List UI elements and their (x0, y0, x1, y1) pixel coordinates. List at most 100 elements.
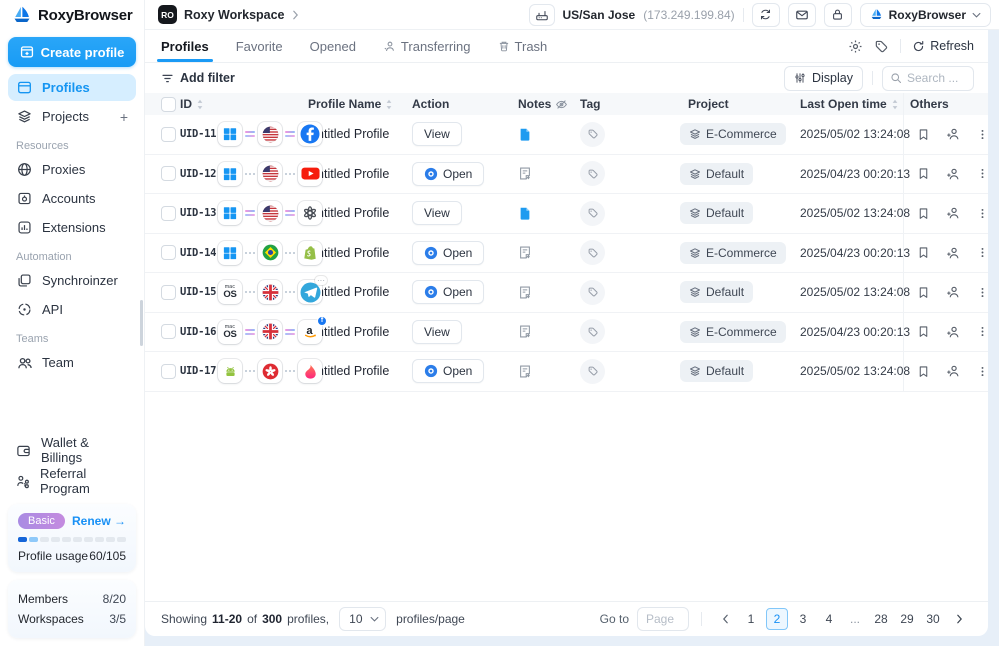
sidebar-item-projects[interactable]: Projects + (8, 103, 136, 130)
sidebar-item-team[interactable]: Team (8, 349, 136, 376)
sort-icon[interactable] (891, 99, 899, 110)
sidebar-item-api[interactable]: API (8, 296, 136, 323)
lock-button[interactable] (824, 3, 852, 27)
next-page-button[interactable] (948, 608, 970, 630)
renew-link[interactable]: Renew → (72, 514, 126, 528)
tag-icon[interactable] (580, 122, 605, 147)
proxy-router-icon[interactable] (529, 4, 555, 26)
note-icon[interactable] (518, 285, 532, 300)
page-number[interactable]: 2 (766, 608, 788, 630)
bookmark-icon[interactable] (917, 128, 930, 141)
sidebar-item-synchroinzer[interactable]: Synchroinzer (8, 267, 136, 294)
tab-transferring[interactable]: Transferring (383, 30, 471, 62)
tag-icon[interactable] (580, 319, 605, 344)
kebab-menu-icon[interactable] (976, 246, 988, 259)
create-profile-button[interactable]: Create profile (8, 37, 136, 67)
sidebar-item-proxies[interactable]: Proxies (8, 156, 136, 183)
tag-icon[interactable] (580, 359, 605, 384)
row-checkbox[interactable] (161, 166, 176, 181)
action-button[interactable]: Open (412, 241, 484, 265)
workspace-switcher[interactable]: RO Roxy Workspace (158, 5, 299, 24)
display-button[interactable]: Display (784, 66, 863, 91)
user-plus-icon[interactable] (946, 206, 960, 220)
settings-gear-icon[interactable] (848, 39, 863, 54)
select-all-checkbox[interactable] (161, 97, 176, 112)
action-button[interactable]: Open (412, 280, 484, 304)
row-checkbox[interactable] (161, 285, 176, 300)
sort-icon[interactable] (385, 99, 393, 110)
page-number[interactable]: 30 (922, 608, 944, 630)
kebab-menu-icon[interactable] (976, 286, 988, 299)
row-checkbox[interactable] (161, 206, 176, 221)
user-plus-icon[interactable] (946, 127, 960, 141)
note-icon[interactable] (518, 166, 532, 181)
action-button[interactable]: View (412, 201, 462, 225)
user-plus-icon[interactable] (946, 285, 960, 299)
sidebar-item-accounts[interactable]: Accounts (8, 185, 136, 212)
account-menu-button[interactable]: RoxyBrowser (860, 3, 991, 27)
sort-icon[interactable] (196, 99, 204, 110)
project-badge: Default (680, 202, 753, 224)
row-checkbox[interactable] (161, 245, 176, 260)
tag-icon[interactable] (580, 240, 605, 265)
row-checkbox[interactable] (161, 324, 176, 339)
kebab-menu-icon[interactable] (976, 325, 988, 338)
sidebar-item-profiles[interactable]: Profiles (8, 74, 136, 101)
sidebar-item-referral[interactable]: Referral Program (8, 466, 136, 496)
sync-button[interactable] (752, 3, 780, 27)
prev-page-button[interactable] (714, 608, 736, 630)
row-checkbox[interactable] (161, 364, 176, 379)
bookmark-icon[interactable] (917, 365, 930, 378)
page-number[interactable]: 4 (818, 608, 840, 630)
user-plus-icon[interactable] (946, 364, 960, 378)
tags-icon[interactable] (874, 39, 889, 54)
note-icon[interactable] (518, 364, 532, 379)
add-project-button[interactable]: + (120, 109, 128, 125)
add-filter-button[interactable]: Add filter (161, 71, 235, 85)
goto-page-input[interactable] (637, 607, 689, 631)
note-icon[interactable] (518, 324, 532, 339)
row-checkbox[interactable] (161, 127, 176, 142)
user-plus-icon[interactable] (946, 325, 960, 339)
tab-profiles[interactable]: Profiles (161, 30, 209, 62)
kebab-menu-icon[interactable] (976, 167, 988, 180)
page-number[interactable]: 28 (870, 608, 892, 630)
page-number[interactable]: 3 (792, 608, 814, 630)
page-number[interactable]: 1 (740, 608, 762, 630)
tab-favorite[interactable]: Favorite (236, 30, 283, 62)
tag-icon[interactable] (580, 201, 605, 226)
page-size-select[interactable]: 10 (339, 607, 386, 631)
action-button[interactable]: View (412, 122, 462, 146)
tab-trash[interactable]: Trash (498, 30, 548, 62)
note-icon[interactable] (518, 206, 532, 221)
page-number[interactable]: 29 (896, 608, 918, 630)
note-icon[interactable] (518, 245, 532, 260)
divider (872, 71, 873, 85)
tag-icon[interactable] (580, 161, 605, 186)
sidebar-scrollbar[interactable] (140, 300, 143, 346)
action-button[interactable]: Open (412, 162, 484, 186)
sidebar-item-extensions[interactable]: Extensions (8, 214, 136, 241)
user-plus-icon[interactable] (946, 167, 960, 181)
bookmark-icon[interactable] (917, 207, 930, 220)
action-button[interactable]: View (412, 320, 462, 344)
kebab-menu-icon[interactable] (976, 365, 988, 378)
eye-off-icon[interactable] (555, 98, 568, 111)
tag-icon[interactable] (580, 280, 605, 305)
sidebar-item-wallet[interactable]: Wallet & Billings (8, 435, 136, 465)
user-plus-icon[interactable] (946, 246, 960, 260)
kebab-menu-icon[interactable] (976, 207, 988, 220)
mail-button[interactable] (788, 3, 816, 27)
bookmark-icon[interactable] (917, 246, 930, 259)
kebab-menu-icon[interactable] (976, 128, 988, 141)
bookmark-icon[interactable] (917, 325, 930, 338)
search-input[interactable] (907, 71, 965, 85)
note-icon[interactable] (518, 127, 532, 142)
action-button[interactable]: Open (412, 359, 484, 383)
bookmark-icon[interactable] (917, 167, 930, 180)
bookmark-icon[interactable] (917, 286, 930, 299)
refresh-button[interactable]: Refresh (912, 39, 974, 53)
plan-card: Basic Renew → Profile usage 60/105 (8, 504, 136, 572)
tab-opened[interactable]: Opened (310, 30, 356, 62)
svg-text:a: a (306, 325, 313, 337)
